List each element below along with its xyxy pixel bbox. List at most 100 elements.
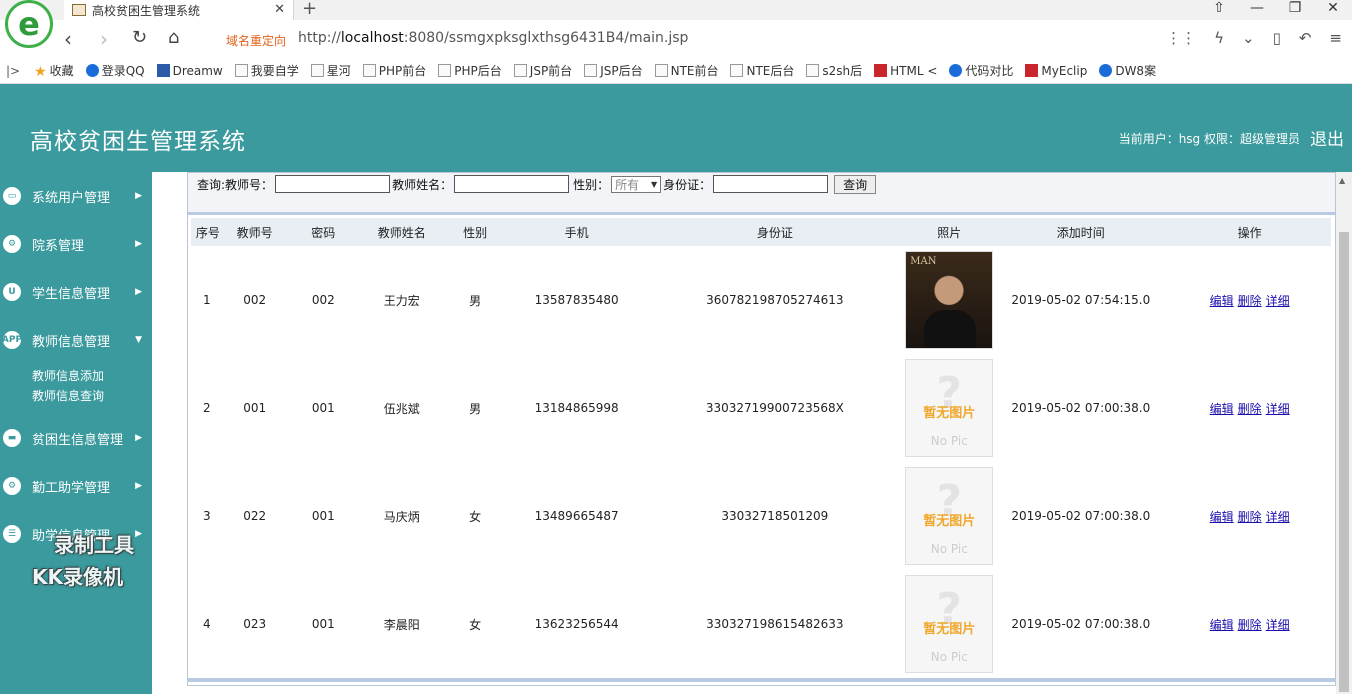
new-tab-icon[interactable]: + xyxy=(302,0,317,19)
bookmark-qq[interactable]: 登录QQ xyxy=(85,62,145,79)
detail-link[interactable]: 详细 xyxy=(1266,510,1290,524)
scroll-up-icon[interactable]: ▲ xyxy=(1339,176,1345,185)
cell-name: 李晨阳 xyxy=(383,617,420,632)
page-scrollbar[interactable]: ▲ xyxy=(1336,172,1352,694)
bookmark-nte-front[interactable]: NTE前台 xyxy=(654,62,718,79)
submenu-teacher-add[interactable]: 教师信息添加 xyxy=(32,367,104,384)
sidebar-item-poor-students[interactable]: ▬ 贫困生信息管理 ▶ xyxy=(0,426,152,450)
menu-icon[interactable]: ≡ xyxy=(1329,29,1342,47)
cell-time: 2019-05-02 07:00:38.0 xyxy=(1011,617,1151,631)
no-pic-label-en: No Pic xyxy=(930,650,968,664)
browser-tab[interactable]: 高校贫困生管理系统 ✕ xyxy=(64,0,294,20)
no-pic-label: 暂无图片 xyxy=(923,622,976,637)
cell-id-card: 33032718501209 xyxy=(721,509,829,523)
id-card-input[interactable] xyxy=(713,175,829,193)
cell-phone: 13623256544 xyxy=(534,617,619,631)
cell-no: 4 xyxy=(203,617,211,631)
sidebar-item-students[interactable]: U 学生信息管理 ▶ xyxy=(0,280,152,304)
detail-link[interactable]: 详细 xyxy=(1266,618,1290,632)
bookmark-php-back[interactable]: PHP后台 xyxy=(438,62,502,79)
sidebar-toggle-icon[interactable]: |> xyxy=(6,64,20,78)
teacher-name-input[interactable] xyxy=(454,175,570,193)
undo-icon[interactable]: ↶ xyxy=(1299,29,1312,47)
query-button[interactable]: 查询 xyxy=(834,174,877,194)
col-header: 身份证 xyxy=(756,225,793,240)
cell-id-card: 33032719900723568X xyxy=(705,401,844,415)
cell-no: 1 xyxy=(203,293,211,307)
bookmark-html[interactable]: HTML < xyxy=(874,64,937,78)
bookmark-jsp-back[interactable]: JSP后台 xyxy=(584,62,643,79)
browser-tab-title: 高校贫困生管理系统 xyxy=(92,3,201,18)
scrollbar-thumb[interactable] xyxy=(1339,232,1349,692)
delete-link[interactable]: 删除 xyxy=(1238,402,1262,416)
diff-icon xyxy=(949,64,963,77)
search-row: 查询: 教师号： 教师姓名： 性别： 所有 ▼ 身份证： 查询 xyxy=(197,174,877,194)
bookmark-self-study[interactable]: 我要自学 xyxy=(234,62,299,79)
checkmark-icon xyxy=(234,64,248,77)
table-row: 3 022 001 马庆炳女 13489665487 33032718501209? 暂无图… xyxy=(191,462,1331,570)
bookmark-dw8[interactable]: DW8案 xyxy=(1099,62,1156,79)
delete-link[interactable]: 删除 xyxy=(1238,618,1262,632)
logout-link[interactable]: 退出 xyxy=(1310,125,1344,150)
url-field[interactable]: http://localhost:8080/ssmgxpksglxthsg643… xyxy=(298,30,688,46)
cell-photo: ? 暂无图片 No Pic xyxy=(905,570,994,678)
bookmark-s2sh[interactable]: s2sh后 xyxy=(806,62,862,79)
bookmark-nte-back[interactable]: NTE后台 xyxy=(730,62,794,79)
cell-teacher-no: 002 xyxy=(243,293,267,307)
cell-no: 2 xyxy=(203,401,211,415)
bookmark-myeclipse[interactable]: MyEclip xyxy=(1025,64,1087,78)
gender-select[interactable]: 所有 ▼ xyxy=(611,175,662,193)
sidebar-item-work-study[interactable]: ⚙ 勤工助学管理 ▶ xyxy=(0,474,152,498)
cell-name: 伍兆斌 xyxy=(383,401,420,416)
detail-link[interactable]: 详细 xyxy=(1266,402,1290,416)
bookmark-php-front[interactable]: PHP前台 xyxy=(362,62,426,79)
minimize-icon[interactable]: — xyxy=(1238,0,1276,20)
pin-icon[interactable]: ⇧ xyxy=(1200,0,1238,20)
edit-link[interactable]: 编辑 xyxy=(1210,510,1234,524)
restore-icon[interactable]: ❐ xyxy=(1276,0,1314,20)
cell-no: 3 xyxy=(203,509,211,523)
grid-icon[interactable]: ⋮⋮ xyxy=(1166,29,1196,47)
sidebar-item-teachers[interactable]: APP 教师信息管理 ▼ xyxy=(0,328,152,352)
forward-icon[interactable]: › xyxy=(100,27,108,51)
teacher-list-panel: 查询: 教师号： 教师姓名： 性别： 所有 ▼ 身份证： 查询 序号 教师号 密码… xyxy=(187,172,1336,686)
edit-link[interactable]: 编辑 xyxy=(1210,294,1234,308)
page-icon xyxy=(654,64,668,77)
chevron-right-icon: ▶ xyxy=(135,529,142,539)
close-tab-icon[interactable]: ✕ xyxy=(274,2,285,17)
photo-figure xyxy=(924,310,977,348)
bookmark-diff[interactable]: 代码对比 xyxy=(949,62,1013,79)
sidebar-item-system-users[interactable]: ▭ 系统用户管理 ▶ xyxy=(0,184,152,208)
bookmark-jsp-front[interactable]: JSP前台 xyxy=(513,62,572,79)
current-user-info: 当前用户：hsg 权限：超级管理员 xyxy=(1118,132,1300,146)
car-icon: ▬ xyxy=(3,429,21,447)
bookmark-dreamweaver[interactable]: Dreamw xyxy=(156,64,223,78)
delete-link[interactable]: 删除 xyxy=(1238,510,1262,524)
app-title: 高校贫困生管理系统 xyxy=(30,129,246,155)
cell-teacher-no: 023 xyxy=(243,617,267,631)
url-prefix: http:// xyxy=(298,30,341,46)
chevron-down-icon[interactable]: ⌄ xyxy=(1242,29,1255,47)
url-host: localhost xyxy=(340,30,404,46)
teacher-no-input[interactable] xyxy=(275,175,391,193)
window-controls: ⇧ — ❐ ✕ xyxy=(1200,0,1352,20)
cell-gender: 男 xyxy=(469,401,482,416)
teacher-photo: MAN xyxy=(905,251,994,349)
reader-icon[interactable]: ▯ xyxy=(1273,29,1281,47)
detail-link[interactable]: 详细 xyxy=(1266,294,1290,308)
back-icon[interactable]: ‹ xyxy=(64,27,72,51)
bookmark-favorites[interactable]: ★ 收藏 xyxy=(34,62,74,80)
edit-link[interactable]: 编辑 xyxy=(1210,402,1234,416)
edit-link[interactable]: 编辑 xyxy=(1210,618,1234,632)
delete-link[interactable]: 删除 xyxy=(1238,294,1262,308)
photo-caption: MAN xyxy=(910,256,937,267)
submenu-teacher-query[interactable]: 教师信息查询 xyxy=(32,387,104,404)
refresh-icon[interactable]: ↻ xyxy=(132,27,147,48)
close-window-icon[interactable]: ✕ xyxy=(1314,0,1352,20)
image-icon xyxy=(806,64,820,77)
home-icon[interactable]: ⌂ xyxy=(168,27,179,48)
bookmark-xinghe[interactable]: 星河 xyxy=(310,62,351,79)
lightning-icon[interactable]: ϟ xyxy=(1214,29,1224,47)
cell-actions: 编辑 删除 详细 xyxy=(1168,570,1331,678)
sidebar-item-departments[interactable]: ⚙ 院系管理 ▶ xyxy=(0,232,152,256)
